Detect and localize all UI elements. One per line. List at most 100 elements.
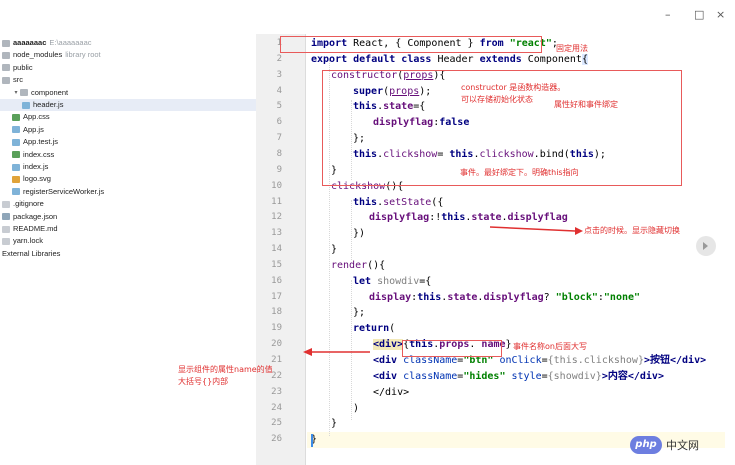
tree-item-label: package.json	[13, 211, 58, 221]
scroll-right-button[interactable]	[696, 236, 716, 256]
folder-icon	[20, 89, 28, 97]
tree-item-label: App.css	[23, 112, 50, 122]
tree-item[interactable]: App.test.js	[0, 136, 256, 148]
code-token: displyflag	[507, 212, 568, 224]
annotation-bind-events: 属性好和事件绑定	[554, 100, 618, 109]
tree-item-label: README.md	[13, 224, 58, 233]
line-number: 9	[276, 164, 282, 175]
line-number: 19	[271, 323, 282, 334]
code-token: this	[353, 196, 378, 208]
code-token: "block"	[555, 291, 598, 303]
annotation-toggle: 点击的时候。显示隐藏切换	[584, 226, 680, 235]
line-number: 20	[271, 339, 282, 350]
tree-item-label: aaaaaaac	[13, 38, 47, 47]
annotation-props-2: 大括号{}内部	[178, 377, 229, 386]
code-token: this	[441, 212, 466, 224]
code-token: className	[403, 370, 458, 382]
code-line-2[interactable]: export default class Header extends Comp…	[311, 52, 588, 68]
code-line-24[interactable]: )	[353, 401, 359, 417]
code-token: ?	[543, 291, 556, 303]
annotation-event-bind: 事件。最好绑定下。明确this指向	[460, 168, 579, 177]
tree-item[interactable]: public	[0, 62, 256, 74]
text-cursor	[311, 434, 313, 448]
code-line-22[interactable]: <div className="hides" style={showdiv}>内…	[373, 369, 664, 385]
code-token: "hides"	[463, 370, 506, 382]
tree-item-label: .gitignore	[13, 199, 44, 209]
code-line-23[interactable]: </div>	[373, 385, 409, 401]
tree-item[interactable]: App.js	[0, 124, 256, 136]
line-number: 13	[271, 228, 282, 239]
title-bar	[0, 0, 735, 36]
tree-item[interactable]: .gitignore	[0, 198, 256, 210]
code-token: (){	[367, 259, 386, 271]
watermark: php 中文网	[630, 436, 699, 454]
code-token: ={	[419, 275, 432, 287]
line-number: 14	[271, 244, 282, 255]
code-line-13[interactable]: })	[353, 226, 365, 242]
tree-item[interactable]: index.css	[0, 149, 256, 161]
tree-item[interactable]: External Libraries	[0, 248, 256, 260]
line-number: 3	[276, 69, 282, 80]
file-icon	[12, 175, 20, 183]
code-line-11[interactable]: this.setState({	[353, 195, 443, 211]
tree-item[interactable]: node_modules library root	[0, 49, 256, 61]
file-icon	[2, 225, 10, 233]
code-token: >按钮</div>	[643, 355, 707, 366]
code-token: export default class	[311, 53, 432, 65]
code-line-14[interactable]: }	[331, 242, 337, 258]
indent-guide	[351, 200, 352, 260]
tree-item-label: External Libraries	[2, 248, 61, 258]
code-token: Component	[521, 53, 582, 65]
code-token: {this.clickshow}	[547, 355, 644, 366]
tree-item[interactable]: registerServiceWorker.js	[0, 186, 256, 198]
code-line-15[interactable]: render(){	[331, 258, 385, 274]
folder-icon	[2, 64, 10, 72]
tree-item[interactable]: index.js	[0, 161, 256, 173]
tree-item[interactable]: package.json	[0, 211, 256, 223]
code-token: render	[331, 259, 368, 271]
file-icon	[12, 138, 20, 146]
code-token: state	[447, 291, 478, 303]
line-number: 1	[276, 38, 282, 48]
code-token: >内容</div>	[601, 370, 664, 382]
tree-item[interactable]: yarn.lock	[0, 235, 256, 247]
tree-item[interactable]: src	[0, 74, 256, 86]
watermark-text: 中文网	[666, 439, 699, 452]
minimize-button[interactable]: –	[665, 8, 671, 21]
code-line-18[interactable]: };	[353, 305, 365, 321]
tree-item[interactable]: logo.svg	[0, 173, 256, 185]
file-icon	[12, 126, 20, 134]
code-line-17[interactable]: display:this.state.displyflag? "block":"…	[369, 290, 640, 306]
tree-item[interactable]: README.md	[0, 223, 256, 235]
code-line-12[interactable]: displyflag:!this.state.displyflag	[369, 210, 568, 226]
tree-item[interactable]: header.js	[0, 99, 256, 111]
line-number: 16	[271, 275, 282, 286]
tree-item-label: App.js	[23, 124, 44, 134]
tree-item-label: component	[31, 87, 69, 97]
code-line-16[interactable]: let showdiv={	[353, 274, 431, 290]
expand-arrow-icon[interactable]: ▾	[12, 87, 20, 99]
tree-item[interactable]: ▾ component	[0, 87, 256, 99]
file-icon	[12, 188, 20, 196]
tree-item[interactable]: aaaaaaac E:\aaaaaaac	[0, 37, 256, 49]
tree-item-label: public	[13, 62, 33, 72]
folder-icon	[2, 51, 10, 59]
maximize-button[interactable]: □	[694, 8, 704, 21]
tree-item-label: header.js	[33, 100, 64, 109]
code-line-19[interactable]: return(	[353, 321, 395, 337]
import-highlight-box	[280, 36, 542, 53]
annotation-constructor-2: 可以存储初始化状态	[461, 95, 533, 104]
line-number: 5	[276, 101, 282, 112]
code-token: ({	[431, 196, 444, 208]
annotation-constructor-1: constructor 是函数构造器。	[461, 83, 566, 92]
close-button[interactable]: ×	[716, 8, 725, 21]
code-token: <div	[373, 370, 404, 382]
file-icon	[12, 113, 20, 121]
folder-icon	[2, 39, 10, 47]
tree-item-label: index.css	[23, 149, 55, 159]
line-number: 24	[271, 402, 282, 413]
code-token: Header	[431, 53, 480, 65]
tree-item[interactable]: App.css	[0, 111, 256, 123]
code-line-25[interactable]: }	[331, 416, 337, 432]
code-token: displyflag	[483, 291, 544, 303]
